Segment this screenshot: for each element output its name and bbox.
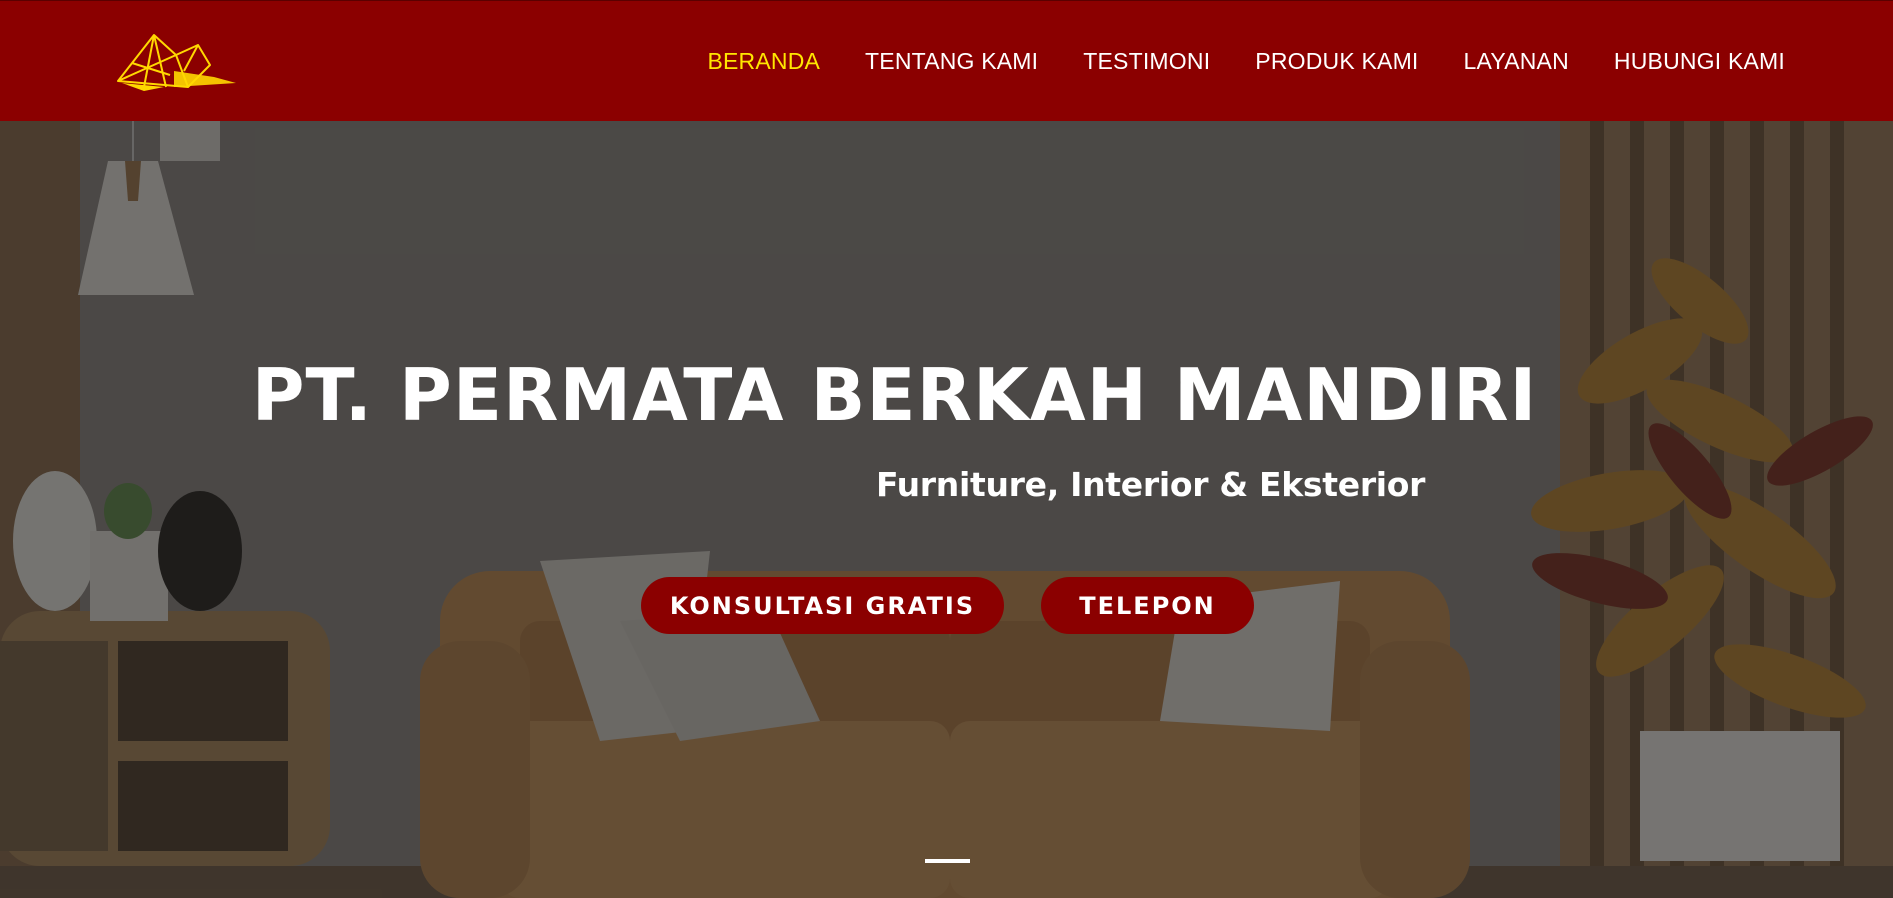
- nav-item-layanan[interactable]: LAYANAN: [1464, 46, 1569, 76]
- nav-item-tentang-kami[interactable]: TENTANG KAMI: [865, 46, 1038, 76]
- nav-item-testimoni[interactable]: TESTIMONI: [1083, 46, 1210, 76]
- phone-button[interactable]: TELEPON: [1041, 577, 1254, 634]
- site-header: BERANDA TENTANG KAMI TESTIMONI PRODUK KA…: [0, 0, 1893, 121]
- hero-title: PT. PERMATA BERKAH MANDIRI: [0, 353, 1893, 437]
- free-consultation-button[interactable]: KONSULTASI GRATIS: [641, 577, 1004, 634]
- hero-section: PT. PERMATA BERKAH MANDIRI Furniture, In…: [0, 121, 1893, 898]
- nav-item-hubungi-kami[interactable]: HUBUNGI KAMI: [1614, 46, 1785, 76]
- nav-item-produk-kami[interactable]: PRODUK KAMI: [1255, 46, 1418, 76]
- company-logo-icon[interactable]: [114, 31, 238, 95]
- carousel-indicator[interactable]: [925, 859, 970, 863]
- hero-title-text: PT. PERMATA BERKAH MANDIRI: [251, 353, 1538, 437]
- hero-subtitle: Furniture, Interior & Eksterior: [876, 465, 1426, 504]
- hero-dark-overlay: [0, 121, 1893, 898]
- nav-item-beranda[interactable]: BERANDA: [707, 46, 820, 76]
- nav-list: BERANDA TENTANG KAMI TESTIMONI PRODUK KA…: [707, 46, 1785, 76]
